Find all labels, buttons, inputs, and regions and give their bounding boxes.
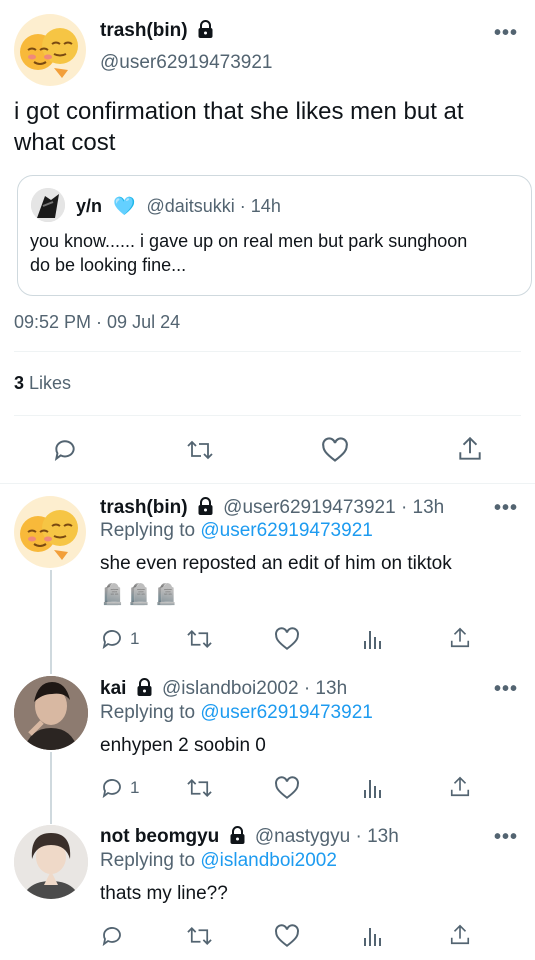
replying-label: Replying to: [100, 520, 196, 541]
likes-label: Likes: [29, 373, 72, 393]
reply-icon: [102, 927, 121, 947]
lock-icon: [229, 826, 246, 850]
heart-icon: [275, 924, 299, 947]
handle[interactable]: @user62919473921: [100, 52, 272, 74]
tweet-text: i got confirmation that she likes men bu…: [14, 98, 464, 156]
verified-heart-icon: 🩵: [113, 196, 136, 216]
retweet-button[interactable]: [186, 627, 213, 651]
reply-count: 1: [130, 629, 140, 648]
avatar[interactable]: [14, 496, 86, 568]
replying-to-link[interactable]: @user62919473921: [200, 520, 372, 541]
like-button[interactable]: [274, 924, 300, 948]
handle[interactable]: @islandboi2002: [162, 678, 299, 699]
retweet-icon: [187, 440, 213, 460]
avatar[interactable]: [14, 14, 86, 86]
lock-icon: [197, 20, 214, 44]
share-icon: [459, 436, 481, 460]
reply-text: thats my line??: [100, 883, 228, 904]
display-name[interactable]: kai: [100, 678, 126, 699]
share-icon: [450, 627, 470, 648]
display-name[interactable]: trash(bin): [100, 20, 188, 41]
replying-label: Replying to: [100, 702, 196, 723]
share-button[interactable]: [449, 923, 471, 947]
more-icon[interactable]: •••: [494, 22, 518, 45]
like-button[interactable]: [274, 627, 300, 651]
reply-button[interactable]: 1: [100, 627, 139, 651]
quoted-time: 14h: [250, 196, 281, 216]
reply-button[interactable]: 1: [100, 776, 139, 800]
quoted-display-name: y/n: [76, 196, 103, 216]
quoted-tweet[interactable]: y/n 🩵 @daitsukki · 14h you know...... i …: [17, 175, 532, 296]
share-button[interactable]: [457, 435, 483, 463]
display-name[interactable]: trash(bin): [100, 497, 188, 518]
lock-icon: [197, 497, 214, 521]
timestamp[interactable]: 09:52 PM · 09 Jul 24: [14, 312, 180, 333]
tombstone-emojis: 🪦🪦🪦: [100, 584, 181, 606]
more-icon[interactable]: •••: [494, 826, 518, 849]
share-icon: [450, 776, 470, 797]
time: · 13h: [355, 826, 399, 847]
share-icon: [450, 924, 470, 945]
handle[interactable]: @nastygyu: [255, 826, 350, 847]
reply-button[interactable]: [100, 924, 124, 948]
retweet-button[interactable]: [186, 437, 214, 463]
avatar[interactable]: [14, 676, 88, 750]
reply-icon: [54, 440, 75, 461]
quoted-handle: @daitsukki: [146, 196, 235, 216]
reply-text: enhypen 2 soobin 0: [100, 735, 266, 756]
retweet-button[interactable]: [186, 776, 213, 800]
retweet-icon: [187, 927, 212, 945]
heart-icon: [275, 627, 299, 650]
lock-icon: [136, 678, 153, 702]
likes-count: 3: [14, 373, 25, 393]
views-button[interactable]: [362, 627, 384, 651]
retweet-icon: [187, 779, 212, 797]
avatar[interactable]: [14, 825, 88, 899]
like-button[interactable]: [274, 776, 300, 800]
views-button[interactable]: [362, 776, 384, 800]
likes-summary[interactable]: 3 Likes: [14, 373, 71, 394]
more-icon[interactable]: •••: [494, 497, 518, 520]
heart-icon: [322, 437, 348, 462]
views-icon: [364, 780, 381, 798]
more-icon[interactable]: •••: [494, 678, 518, 701]
display-name[interactable]: not beomgyu: [100, 826, 219, 847]
retweet-icon: [187, 630, 212, 648]
replying-to-link[interactable]: @user62919473921: [200, 702, 372, 723]
reply-text: she even reposted an edit of him on tikt…: [100, 553, 452, 574]
time: · 13h: [303, 678, 348, 699]
views-button[interactable]: [362, 924, 384, 948]
reply-button[interactable]: [52, 437, 78, 463]
time: · 13h: [400, 497, 445, 518]
views-icon: [364, 631, 381, 649]
handle[interactable]: @user62919473921: [223, 497, 395, 518]
heart-icon: [275, 776, 299, 799]
share-button[interactable]: [449, 626, 471, 650]
quoted-text: you know...... i gave up on real men but…: [30, 231, 468, 275]
replying-to-link[interactable]: @islandboi2002: [200, 850, 337, 871]
quoted-avatar: [31, 188, 65, 222]
like-button[interactable]: [321, 437, 349, 463]
reply-icon: [102, 630, 121, 650]
reply-icon: [102, 779, 121, 799]
reply-count: 1: [130, 778, 140, 797]
share-button[interactable]: [449, 775, 471, 799]
views-icon: [364, 928, 381, 946]
retweet-button[interactable]: [186, 924, 213, 948]
replying-label: Replying to: [100, 850, 196, 871]
